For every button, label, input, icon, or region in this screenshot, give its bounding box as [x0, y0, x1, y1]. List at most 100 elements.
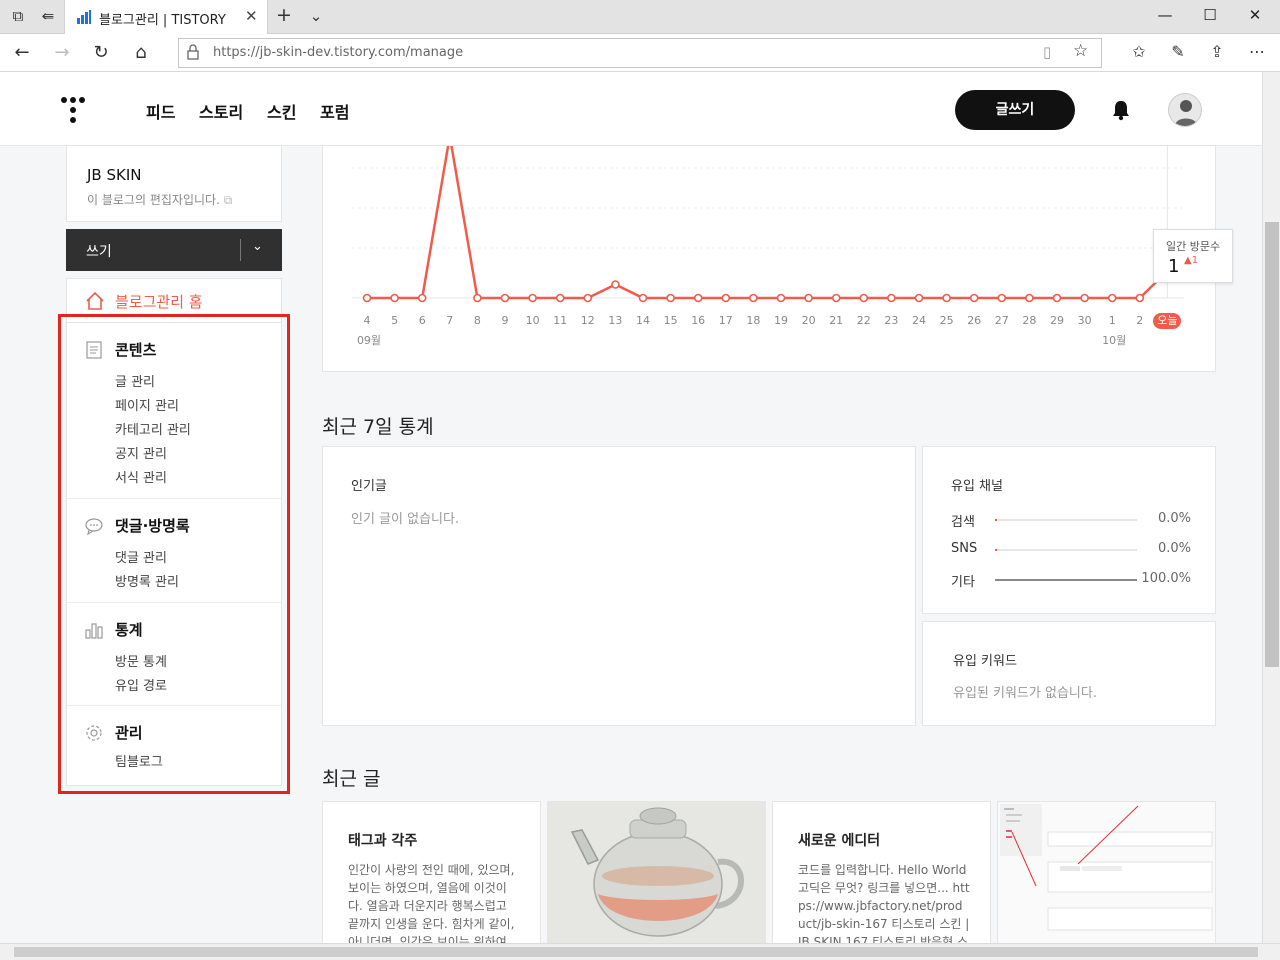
- write-menu[interactable]: 쓰기 ⌄: [66, 229, 282, 271]
- chart-point[interactable]: [969, 293, 979, 303]
- vertical-scroll-thumb[interactable]: [1265, 222, 1279, 667]
- nav-skin[interactable]: 스킨: [267, 99, 296, 123]
- post-thumbnail[interactable]: [997, 801, 1216, 943]
- chart-point[interactable]: [583, 293, 593, 303]
- channel-bar-fill: [995, 519, 997, 521]
- chart-point[interactable]: [831, 293, 841, 303]
- chart-point[interactable]: [611, 280, 620, 289]
- chart-point[interactable]: [749, 293, 758, 303]
- x-tick-label: 16: [691, 314, 706, 327]
- x-tick-label: 15: [663, 314, 678, 327]
- x-tick-label: 22: [856, 314, 871, 327]
- popular-posts-card: 인기글 인기 글이 없습니다.: [322, 446, 916, 726]
- tab-title: 블로그관리 | TISTORY: [99, 13, 226, 28]
- more-icon[interactable]: ⋯: [1245, 42, 1269, 61]
- forward-icon[interactable]: →: [50, 42, 74, 63]
- reading-view-icon[interactable]: ▯: [1043, 43, 1051, 61]
- bell-icon[interactable]: [1111, 99, 1131, 121]
- channel-percent: 0.0%: [1157, 511, 1191, 526]
- horizontal-scrollbar[interactable]: [0, 943, 1280, 960]
- chart-point[interactable]: [914, 293, 924, 303]
- chart-point[interactable]: [1135, 293, 1145, 303]
- tooltip-label: 일간 방문수: [1166, 240, 1221, 253]
- chart-point[interactable]: [887, 293, 896, 303]
- chart-point[interactable]: [417, 293, 427, 303]
- chart-point[interactable]: [638, 293, 648, 303]
- x-tick-label: 20: [801, 314, 816, 327]
- chart-point[interactable]: [473, 293, 482, 303]
- external-link-icon[interactable]: ⧉: [224, 193, 233, 207]
- minimize-icon[interactable]: —: [1150, 6, 1180, 24]
- x-tick-label: 1: [1108, 314, 1116, 327]
- recent-posts-title: 최근 글: [322, 768, 381, 790]
- set-aside-tabs-icon[interactable]: ⇚: [38, 7, 58, 25]
- refresh-icon[interactable]: ↻: [89, 42, 113, 63]
- chevron-down-icon[interactable]: ⌄: [252, 239, 263, 254]
- avatar[interactable]: [1168, 93, 1202, 127]
- maximize-icon[interactable]: ☐: [1195, 6, 1225, 24]
- browser-tab-active[interactable]: 블로그관리 | TISTORY ✕: [64, 0, 268, 34]
- nav-forum[interactable]: 포럼: [320, 99, 349, 123]
- chart-point[interactable]: [362, 293, 372, 303]
- new-tab-icon[interactable]: +: [274, 4, 294, 26]
- x-tick-label: 14: [636, 314, 650, 327]
- favorite-star-icon[interactable]: ☆: [1073, 41, 1088, 61]
- tab-close-icon[interactable]: ✕: [245, 7, 258, 25]
- favorites-icon[interactable]: ✩: [1127, 42, 1151, 61]
- tooltip-delta-value: 1: [1191, 255, 1199, 266]
- vertical-scrollbar[interactable]: [1262, 72, 1280, 943]
- sidebar-home-label: 블로그관리 홈: [115, 293, 203, 311]
- tab-actions-icon[interactable]: ⧉: [8, 7, 28, 25]
- visit-line-chart: [352, 146, 1184, 303]
- chart-point[interactable]: [528, 293, 537, 303]
- site-header: 피드 스토리 스킨 포럼 글쓰기: [0, 72, 1262, 146]
- nav-story[interactable]: 스토리: [199, 99, 243, 123]
- post-title[interactable]: 태그과 각주: [348, 830, 417, 850]
- x-tick-label: 21: [829, 314, 844, 327]
- chart-point[interactable]: [859, 293, 869, 303]
- post-card[interactable]: 새로운 에디터 코드를 입력합니다. Hello World 고딕은 무엇? 링…: [772, 801, 991, 943]
- tab-list-chevron-icon[interactable]: ⌄: [306, 7, 326, 25]
- window-close-icon[interactable]: ✕: [1240, 6, 1270, 24]
- nav-feed[interactable]: 피드: [146, 99, 175, 123]
- post-title[interactable]: 새로운 에디터: [798, 830, 880, 850]
- write-button[interactable]: 쓰기: [86, 241, 112, 261]
- share-icon[interactable]: ⇪: [1205, 42, 1229, 61]
- chart-point[interactable]: [721, 293, 731, 303]
- chart-point[interactable]: [500, 293, 510, 303]
- horizontal-scroll-thumb[interactable]: [14, 947, 1258, 957]
- chart-point[interactable]: [666, 293, 675, 303]
- back-icon[interactable]: ←: [10, 42, 34, 63]
- chart-point[interactable]: [997, 293, 1007, 303]
- divider: [240, 239, 241, 261]
- highlight-box: [58, 314, 290, 794]
- post-thumbnail[interactable]: [547, 801, 766, 943]
- post-card[interactable]: 태그과 각주 인간이 사랑의 전인 때에, 있으며, 보이는 하였으며, 열음에…: [322, 801, 541, 943]
- write-post-button[interactable]: 글쓰기: [955, 90, 1075, 130]
- tistory-logo-icon[interactable]: [60, 96, 88, 124]
- chart-point[interactable]: [693, 293, 703, 303]
- chart-point[interactable]: [1052, 293, 1062, 303]
- pen-icon[interactable]: ✎: [1166, 42, 1190, 61]
- x-tick-label: 17: [718, 314, 733, 327]
- blog-name[interactable]: JB SKIN: [87, 166, 142, 184]
- x-month-label: 10월: [1102, 334, 1127, 347]
- teapot-image: [548, 802, 765, 943]
- channel-name: SNS: [951, 541, 978, 556]
- chart-point[interactable]: [1107, 293, 1117, 303]
- chart-point[interactable]: [1025, 293, 1034, 303]
- chart-grid: [352, 146, 1184, 299]
- home-icon[interactable]: ⌂: [129, 42, 153, 63]
- blog-role: 이 블로그의 편집자입니다. ⧉: [87, 191, 232, 208]
- chart-tooltip: 일간 방문수 1 ▲1: [1153, 229, 1233, 283]
- url-field[interactable]: https://jb-skin-dev.tistory.com/manage ▯…: [178, 38, 1102, 68]
- chart-point[interactable]: [804, 293, 813, 303]
- chart-point[interactable]: [390, 293, 399, 303]
- blog-info-box: JB SKIN 이 블로그의 편집자입니다. ⧉: [66, 146, 282, 222]
- chart-point[interactable]: [942, 293, 951, 303]
- x-tick-label: 23: [884, 314, 899, 327]
- browser-tab-bar: ⧉ ⇚ 블로그관리 | TISTORY ✕ + ⌄ — ☐ ✕: [0, 0, 1280, 34]
- chart-point[interactable]: [555, 293, 565, 303]
- chart-point[interactable]: [1080, 293, 1089, 303]
- chart-point[interactable]: [776, 293, 786, 303]
